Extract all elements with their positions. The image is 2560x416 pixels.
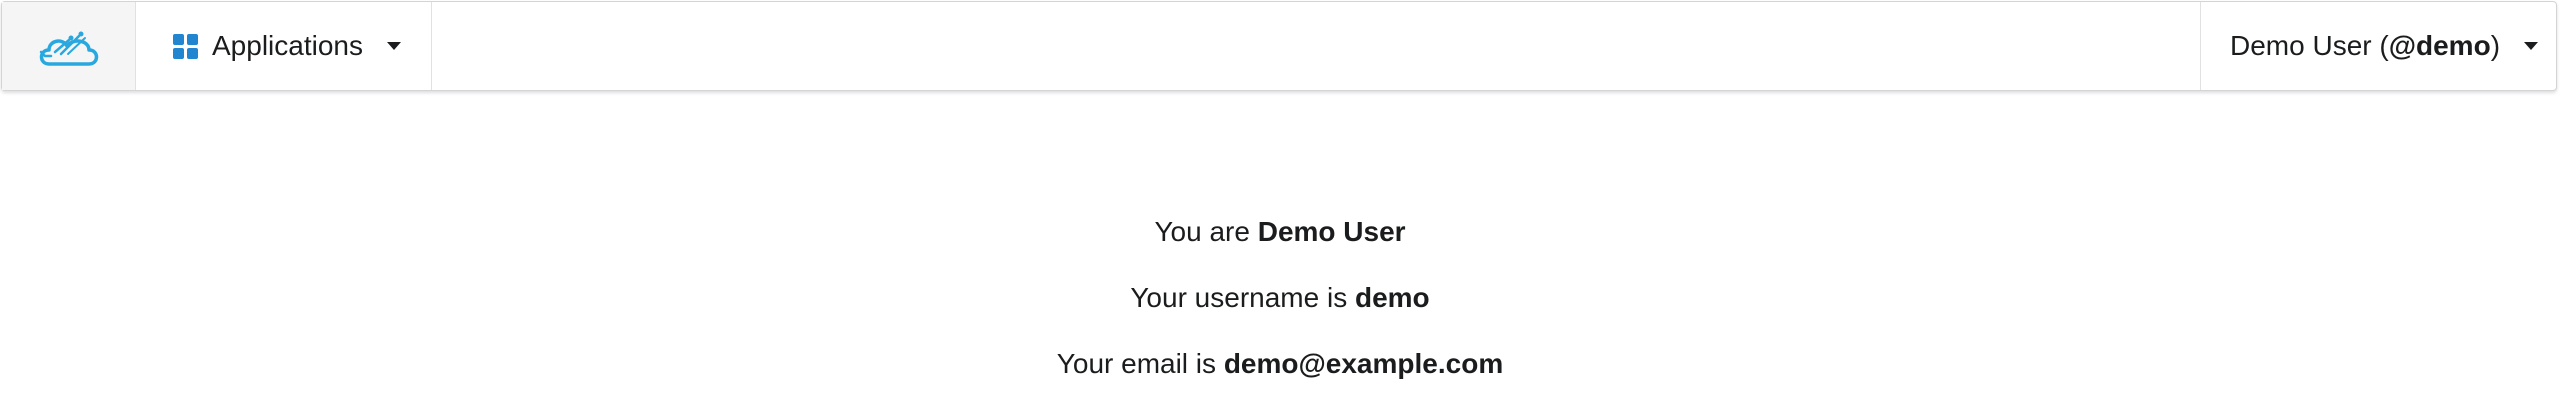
full-name-prefix: You are	[1154, 216, 1258, 247]
user-handle: @demo	[2388, 30, 2491, 61]
caret-down-icon	[386, 42, 401, 50]
username-line: Your username is demo	[0, 276, 2560, 342]
user-handle-open-paren: (	[2379, 30, 2389, 61]
username-value: demo	[1354, 282, 1430, 313]
full-name-value: Demo User	[1257, 216, 1406, 247]
user-menu[interactable]: Demo User (@demo)	[2200, 2, 2556, 90]
caret-down-icon	[2524, 42, 2539, 50]
top-menu-bar: Applications Demo User (@demo)	[1, 1, 2557, 91]
menu-spacer	[432, 2, 2200, 90]
cloud-logo-icon	[39, 31, 98, 66]
grid-icon	[173, 33, 198, 59]
applications-label: Applications	[212, 30, 363, 61]
profile-info: You are Demo User Your username is demo …	[0, 210, 2560, 408]
email-value: demo@example.com	[1223, 348, 1504, 379]
email-line: Your email is demo@example.com	[0, 342, 2560, 408]
username-prefix: Your username is	[1130, 282, 1355, 313]
user-handle-close-paren: )	[2490, 30, 2501, 61]
applications-menu[interactable]: Applications	[136, 2, 432, 90]
email-prefix: Your email is	[1056, 348, 1224, 379]
full-name-line: You are Demo User	[0, 210, 2560, 276]
home-logo-link[interactable]	[2, 2, 136, 90]
user-display-name: Demo User	[2230, 30, 2372, 61]
